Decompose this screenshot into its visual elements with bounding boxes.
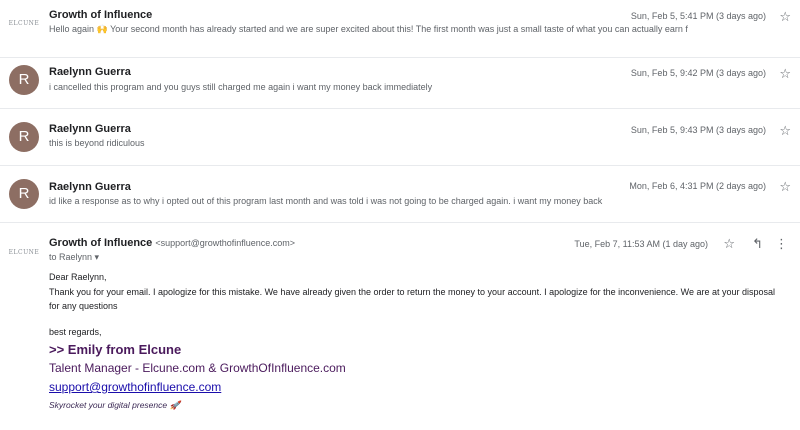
message-date: Tue, Feb 7, 11:53 AM (1 day ago): [574, 239, 708, 249]
sender-email: <support@growthofinfluence.com>: [155, 238, 296, 248]
email-greeting: Dear Raelynn,: [49, 272, 107, 282]
message-snippet: i cancelled this program and you guys st…: [49, 82, 433, 92]
recipient-dropdown[interactable]: to Raelynn ▾: [49, 252, 99, 263]
star-icon[interactable]: ☆: [779, 180, 791, 193]
email-body-line: Thank you for your email. I apologize fo…: [49, 287, 776, 297]
reply-icon[interactable]: ↰: [752, 237, 763, 250]
signature-tagline: Skyrocket your digital presence 🚀: [49, 400, 181, 410]
thread-message[interactable]: R Raelynn Guerra i cancelled this progra…: [0, 51, 800, 109]
sender-name-text: Growth of Influence: [49, 237, 153, 249]
signature-name: >> Emily from Elcune: [49, 342, 182, 357]
message-snippet: id like a response as to why i opted out…: [49, 196, 603, 206]
message-snippet: Hello again 🙌 Your second month has alre…: [49, 24, 688, 34]
sender-name: Raelynn Guerra: [49, 66, 131, 78]
sender-logo: ELCUNE: [8, 249, 40, 256]
thread-message[interactable]: R Raelynn Guerra this is beyond ridiculo…: [0, 108, 800, 166]
avatar: R: [9, 179, 39, 209]
sender-name: Growth of Influence: [49, 9, 153, 21]
open-message: [0, 222, 800, 430]
message-snippet: this is beyond ridiculous: [49, 138, 145, 148]
avatar: R: [9, 122, 39, 152]
star-icon[interactable]: ☆: [779, 124, 791, 137]
sender-name: Growth of Influence <support@growthofinf…: [49, 237, 295, 249]
sender-name: Raelynn Guerra: [49, 181, 131, 193]
avatar: R: [9, 65, 39, 95]
sender-logo: ELCUNE: [8, 20, 40, 27]
email-body-line: for any questions: [49, 301, 118, 311]
more-vertical-icon[interactable]: ⋮: [775, 237, 788, 250]
message-date: Mon, Feb 6, 4:31 PM (2 days ago): [629, 181, 766, 191]
star-icon[interactable]: ☆: [779, 67, 791, 80]
sender-name: Raelynn Guerra: [49, 123, 131, 135]
star-icon[interactable]: ☆: [723, 237, 735, 250]
signature-email-link[interactable]: support@growthofinfluence.com: [49, 380, 221, 394]
message-date: Sun, Feb 5, 9:43 PM (3 days ago): [630, 125, 766, 135]
email-closing: best regards,: [49, 327, 102, 337]
thread-message[interactable]: R Raelynn Guerra id like a response as t…: [0, 165, 800, 223]
signature-title: Talent Manager - Elcune.com & GrowthOfIn…: [49, 361, 346, 375]
message-date: Sun, Feb 5, 5:41 PM (3 days ago): [630, 11, 766, 21]
star-icon[interactable]: ☆: [779, 10, 791, 23]
message-date: Sun, Feb 5, 9:42 PM (3 days ago): [630, 68, 766, 78]
thread-message[interactable]: ELCUNE Growth of Influence Hello again 🙌…: [0, 0, 800, 58]
